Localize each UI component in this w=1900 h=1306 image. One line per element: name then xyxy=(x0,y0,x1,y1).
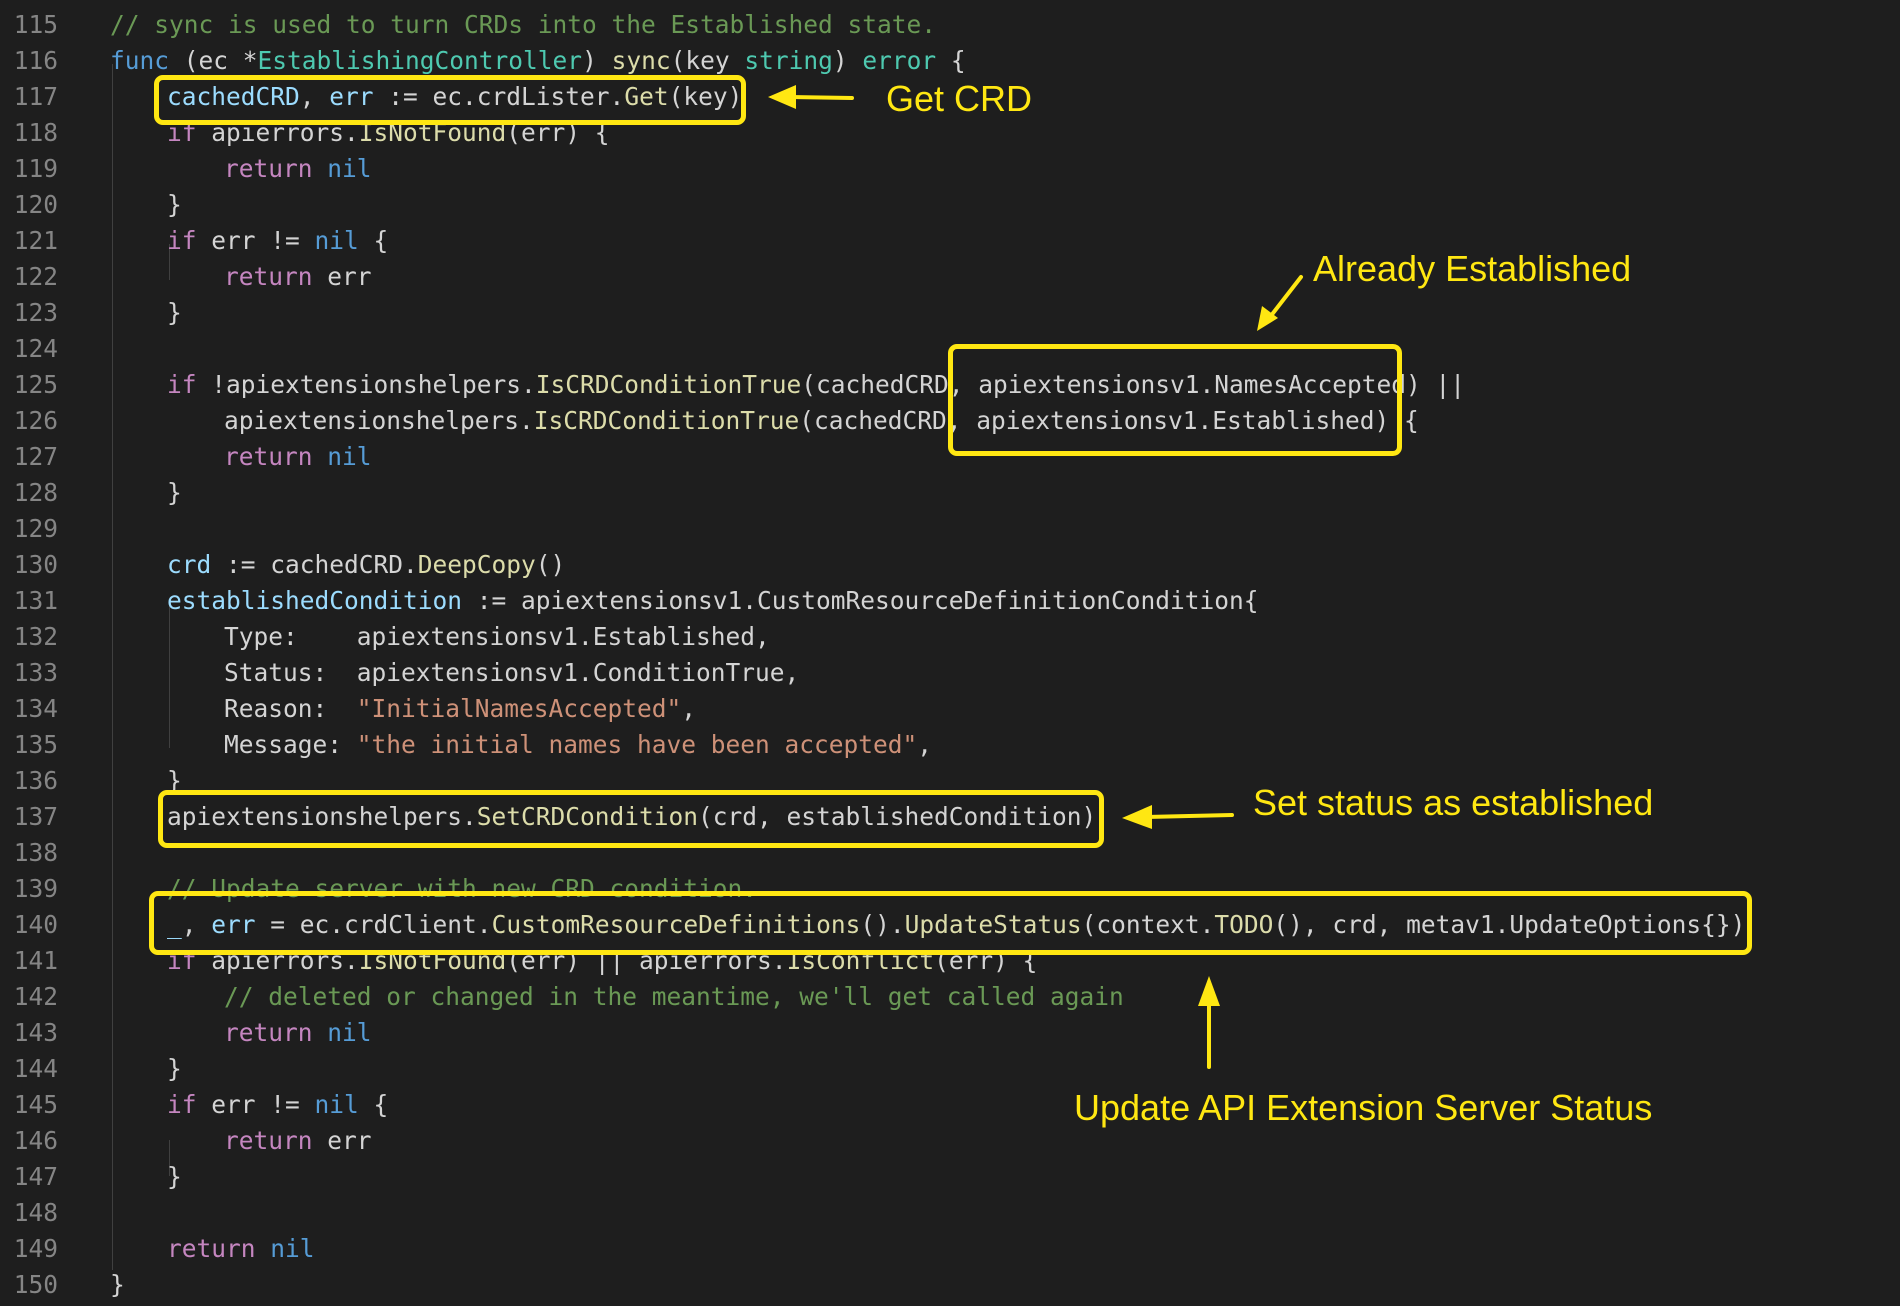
arrow-up-icon xyxy=(1198,976,1220,1069)
arrow-down-left-icon xyxy=(1257,275,1303,331)
arrow-left-icon xyxy=(768,85,854,109)
annotation-arrows xyxy=(768,85,1303,1069)
arrow-left-icon xyxy=(1122,805,1234,829)
